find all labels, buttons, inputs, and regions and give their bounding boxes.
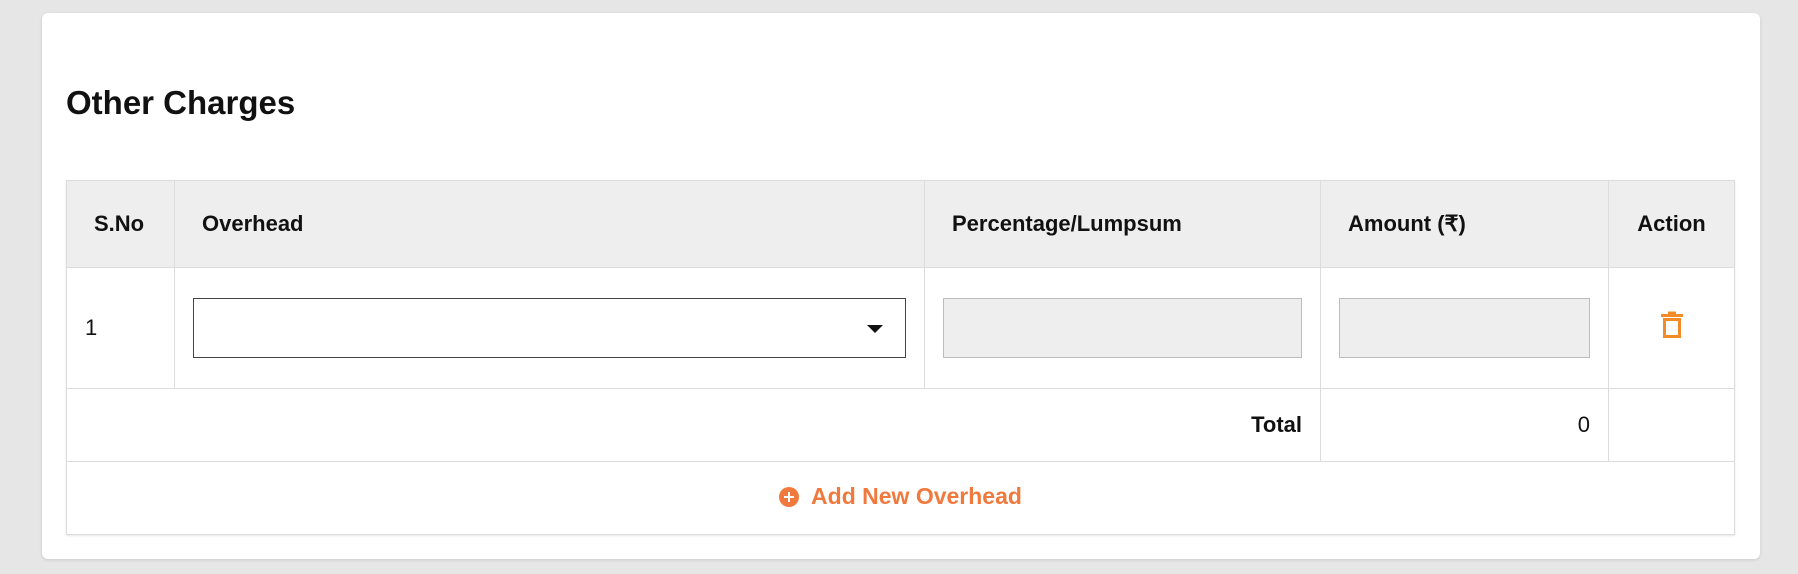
- add-row: Add New Overhead: [66, 461, 1735, 535]
- table-row: 1: [66, 267, 1735, 389]
- chevron-down-icon: [867, 325, 883, 333]
- total-row: Total 0: [66, 388, 1735, 462]
- add-cell: Add New Overhead: [66, 461, 1735, 535]
- percentage-input[interactable]: [943, 298, 1302, 358]
- total-action-empty: [1608, 388, 1735, 462]
- header-percentage: Percentage/Lumpsum: [924, 180, 1321, 268]
- amount-cell: [1320, 267, 1609, 389]
- add-new-overhead-button[interactable]: Add New Overhead: [779, 483, 1022, 510]
- header-sno: S.No: [66, 180, 175, 268]
- trash-icon[interactable]: [1660, 311, 1683, 345]
- action-cell: [1608, 267, 1735, 389]
- table-header-row: S.No Overhead Percentage/Lumpsum Amount …: [66, 180, 1735, 268]
- amount-input[interactable]: [1339, 298, 1590, 358]
- header-overhead: Overhead: [174, 180, 925, 268]
- percentage-cell: [924, 267, 1321, 389]
- plus-circle-icon: [779, 486, 800, 507]
- overhead-cell: [174, 267, 925, 389]
- total-value: 0: [1320, 388, 1609, 462]
- other-charges-table: S.No Overhead Percentage/Lumpsum Amount …: [66, 180, 1735, 535]
- total-label: Total: [66, 388, 1321, 462]
- header-amount: Amount (₹): [1320, 180, 1609, 268]
- header-action: Action: [1608, 180, 1735, 268]
- overhead-select[interactable]: [193, 298, 906, 358]
- add-new-overhead-label: Add New Overhead: [811, 483, 1022, 510]
- section-title: Other Charges: [66, 84, 296, 121]
- row-sno: 1: [66, 267, 175, 389]
- other-charges-card: Other Charges S.No Overhead Percentage/L…: [42, 13, 1760, 559]
